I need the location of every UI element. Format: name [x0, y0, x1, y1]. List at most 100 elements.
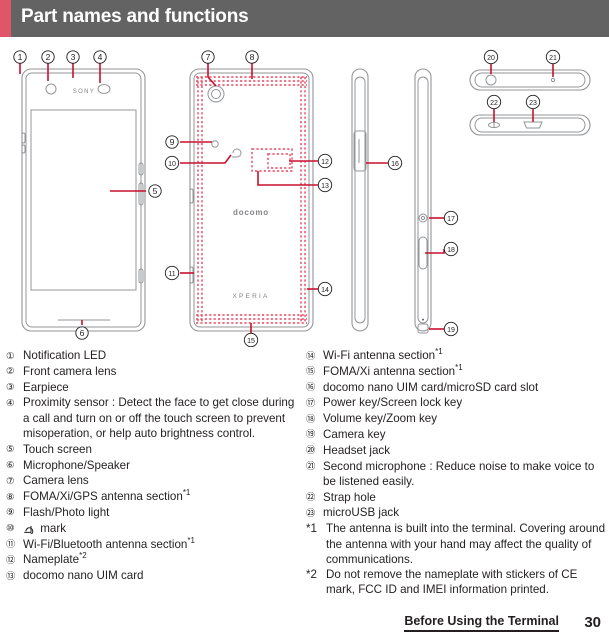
callout-21: 21 [545, 49, 561, 65]
svg-text:8: 8 [250, 52, 255, 62]
callout-9: 9 [165, 135, 179, 149]
item-label: FOMA/Xi antenna section [323, 364, 456, 378]
footnote-ref: *1 [182, 488, 191, 498]
item-number: ④ [6, 397, 15, 408]
item-number: ⑥ [6, 460, 15, 471]
item-label: Headset jack [323, 443, 391, 457]
footnote-2-label: *2 [306, 568, 317, 582]
callout-15: 15 [243, 332, 259, 347]
svg-text:12: 12 [321, 159, 329, 166]
list-item: ⑬ docomo nano UIM card [6, 568, 302, 583]
item-label: Notification LED [23, 349, 107, 362]
header-accent-bar [0, 0, 11, 37]
callout-8: 8 [245, 50, 259, 64]
item-label: Wi-Fi antenna section [323, 349, 436, 362]
list-item: ⑦ Camera lens [6, 473, 302, 488]
item-number: ⑩ [6, 523, 15, 534]
item-label: microUSB jack [323, 506, 400, 520]
list-item: ⑮ FOMA/Xi antenna section*1 [306, 362, 606, 379]
legend-column-left: ① Notification LED ② Front camera lens ③… [6, 348, 302, 584]
item-label: Front camera lens [23, 364, 117, 378]
callout-10: 10 [164, 155, 180, 171]
top-edge-view [469, 69, 591, 91]
item-number: ⑳ [306, 445, 316, 456]
list-item: ③ Earpiece [6, 380, 302, 395]
svg-text:17: 17 [447, 216, 455, 223]
callout-7: 7 [201, 50, 215, 64]
footnote-1-label: *1 [306, 522, 317, 536]
item-label: mark [37, 521, 66, 535]
footnote-1-text: The antenna is built into the terminal. … [326, 522, 606, 566]
right-side-view: ● [414, 68, 432, 334]
svg-text:SONY: SONY [73, 89, 96, 95]
svg-text:19: 19 [447, 327, 455, 334]
svg-text:9: 9 [170, 137, 175, 147]
item-number: ⑱ [306, 413, 316, 424]
footer-page-number: 30 [584, 614, 601, 631]
item-label: Flash/Photo light [23, 505, 110, 519]
item-label: docomo nano UIM card/microSD card slot [323, 380, 539, 394]
item-number: ② [6, 366, 15, 377]
svg-text:16: 16 [391, 161, 399, 168]
callout-14: 14 [317, 281, 333, 297]
list-item: ⑯ docomo nano UIM card/microSD card slot [306, 380, 606, 395]
svg-text:5: 5 [153, 186, 158, 196]
footnote-ref: *1 [455, 362, 463, 372]
footnote-1: *1 The antenna is built into the termina… [306, 521, 606, 567]
item-number: ⑬ [6, 570, 16, 581]
item-label: Proximity sensor : Detect the face to ge… [23, 396, 295, 440]
page-title: Part names and functions [21, 6, 249, 27]
svg-text:7: 7 [206, 52, 211, 62]
bottom-edge-view [469, 114, 591, 136]
list-item: ⑱ Volume key/Zoom key [306, 411, 606, 426]
list-item: ⑨ Flash/Photo light [6, 505, 302, 520]
svg-text:6: 6 [80, 328, 85, 338]
list-item: ㉓ microUSB jack [306, 505, 606, 520]
list-item: ⑭ Wi-Fi antenna section*1 [306, 348, 606, 363]
svg-text:20: 20 [487, 55, 495, 62]
list-item: ④ Proximity sensor : Detect the face to … [6, 395, 302, 441]
item-number: ㉒ [306, 492, 316, 503]
item-number: ⑭ [306, 350, 316, 361]
item-label: Wi-Fi/Bluetooth antenna section [23, 537, 188, 551]
item-label: Second microphone : Reduce noise to make… [323, 459, 595, 488]
list-item: ⑥ Microphone/Speaker [6, 458, 302, 473]
svg-text:●: ● [422, 317, 425, 322]
svg-text:1: 1 [18, 52, 23, 62]
callout-3: 3 [66, 50, 80, 64]
list-item: ⑳ Headset jack [306, 443, 606, 458]
left-side-view [351, 68, 369, 332]
list-item: ⑧ FOMA/Xi/GPS antenna section*1 [6, 489, 302, 504]
item-number: ⑪ [6, 539, 16, 550]
back-view: docomo XPERIA [189, 68, 314, 332]
page-footer: Before Using the Terminal 30 [0, 612, 609, 641]
callout-19: 19 [443, 321, 459, 337]
item-number: ⑯ [306, 382, 316, 393]
item-label: Strap hole [323, 490, 376, 504]
item-number: ⑲ [306, 429, 316, 440]
callout-20: 20 [483, 49, 499, 65]
callout-5: 5 [148, 184, 162, 198]
item-label: Camera key [323, 427, 386, 441]
svg-text:18: 18 [447, 247, 455, 254]
callout-2: 2 [41, 50, 55, 64]
list-item: ⑰ Power key/Screen lock key [306, 395, 606, 410]
item-label: docomo nano UIM card [23, 569, 144, 583]
legend-column-right: ⑭ Wi-Fi antenna section*1 ⑮ FOMA/Xi ante… [306, 348, 606, 598]
svg-text:2: 2 [46, 52, 51, 62]
device-diagram: .ol{fill:#ffffff;stroke:#939598;stroke-w… [0, 37, 609, 347]
callout-1: 1 [13, 50, 27, 64]
item-label: Volume key/Zoom key [323, 412, 438, 426]
footnote-ref: *2 [79, 551, 87, 561]
callout-23: 23 [525, 94, 541, 110]
callout-12: 12 [317, 153, 333, 169]
item-number: ㉓ [306, 507, 316, 518]
list-item: ① Notification LED [6, 348, 302, 363]
list-item: ⑲ Camera key [306, 427, 606, 442]
svg-text:21: 21 [549, 55, 557, 62]
page-header: Part names and functions [0, 0, 609, 37]
callout-22: 22 [486, 94, 502, 110]
item-number: ③ [6, 382, 15, 393]
svg-text:10: 10 [168, 161, 176, 168]
callout-18: 18 [443, 241, 459, 257]
